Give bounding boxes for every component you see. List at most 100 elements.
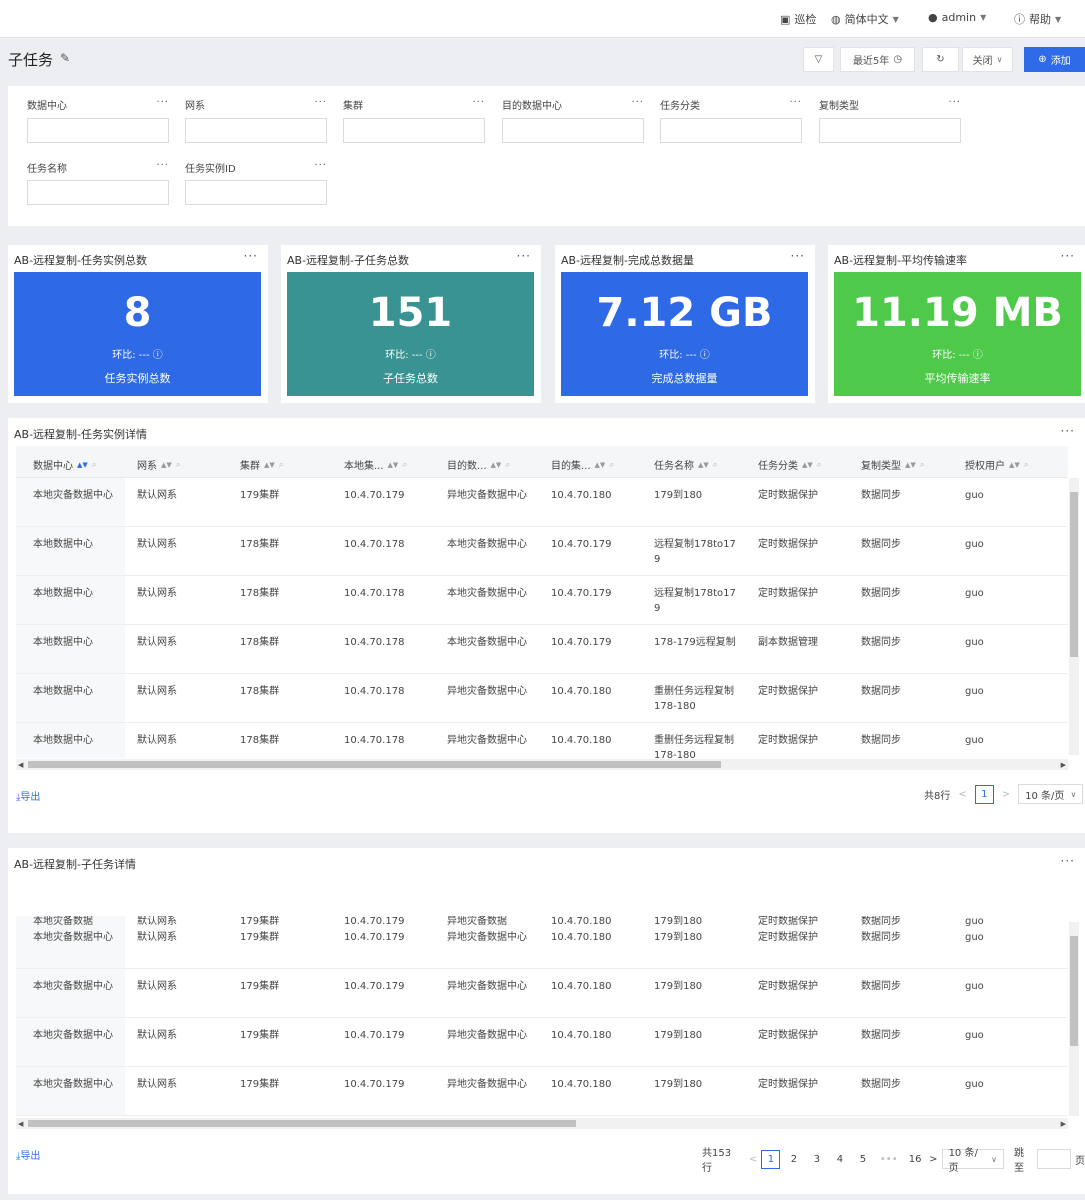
- task-instance-id-input[interactable]: [185, 180, 327, 205]
- network-input[interactable]: [185, 118, 327, 143]
- page-button[interactable]: 16: [905, 1150, 925, 1169]
- more-icon[interactable]: ···: [1061, 854, 1075, 868]
- cluster-input[interactable]: [343, 118, 485, 143]
- scroll-left-icon[interactable]: ◀: [18, 1120, 23, 1128]
- horizontal-scrollbar[interactable]: ◀ ▶: [16, 1118, 1068, 1129]
- sort-icon: ▲▼: [1009, 460, 1020, 469]
- table-cell: 10.4.70.180: [551, 686, 612, 697]
- next-page-icon[interactable]: >: [929, 1154, 937, 1165]
- column-header[interactable]: 任务名称 ▲▼ ⌕: [654, 457, 718, 473]
- scroll-thumb[interactable]: [28, 761, 721, 768]
- refresh-button[interactable]: ↻: [922, 47, 959, 72]
- table-row[interactable]: 本地数据中心 默认网系 178集群 10.4.70.178 本地灾备数据中心 10.4.7…: [16, 576, 1068, 625]
- page-button[interactable]: 2: [784, 1150, 803, 1169]
- inspect-label: 巡检: [794, 13, 817, 26]
- page-button[interactable]: 1: [761, 1149, 781, 1169]
- table-row[interactable]: 本地灾备数据中心 默认网系 179集群 10.4.70.179 异地灾备数据中心 10.4…: [16, 1018, 1068, 1067]
- export-button[interactable]: ⤓导出: [16, 788, 40, 803]
- column-header[interactable]: 复制类型 ▲▼ ⌕: [861, 457, 925, 473]
- task-name-input[interactable]: [27, 180, 169, 205]
- table-row[interactable]: 本地数据中心 默认网系 178集群 10.4.70.178 本地灾备数据中心 10.4.7…: [16, 527, 1068, 576]
- table-row[interactable]: 本地数据中心 默认网系 178集群 10.4.70.178 异地灾备数据中心 10.4.7…: [16, 674, 1068, 723]
- info-icon: ⓘ: [972, 350, 983, 361]
- column-header[interactable]: 集群 ▲▼ ⌕: [240, 457, 284, 473]
- datacenter-input[interactable]: [27, 118, 169, 143]
- table-cell: 默认网系: [137, 1079, 177, 1090]
- export-button[interactable]: ⤓导出: [16, 1147, 40, 1162]
- table-cell: 本地灾备数据中心: [33, 932, 113, 943]
- total-count: 共8行: [924, 790, 951, 802]
- vertical-scrollbar[interactable]: [1069, 478, 1079, 755]
- scroll-right-icon[interactable]: ▶: [1061, 1120, 1066, 1128]
- table-cell: 异地灾备数据中心: [447, 1079, 527, 1090]
- column-header[interactable]: 任务分类 ▲▼ ⌕: [758, 457, 822, 473]
- search-icon: ⌕: [816, 459, 822, 470]
- page-button[interactable]: 3: [807, 1150, 826, 1169]
- scroll-thumb[interactable]: [28, 1120, 576, 1127]
- clock-icon: ◷: [893, 54, 903, 65]
- table-cell: guo: [965, 539, 984, 550]
- scroll-thumb[interactable]: [1070, 492, 1078, 657]
- table-row[interactable]: 本地灾备数据中心 默认网系 179集群 10.4.70.179 异地灾备数据中心 10.4…: [16, 920, 1068, 969]
- page-ellipsis[interactable]: •••: [876, 1150, 901, 1169]
- language-select[interactable]: ◍ 简体中文 ▼: [831, 11, 899, 27]
- task-category-input[interactable]: [660, 118, 802, 143]
- card-subtitle: 平均传输速率: [924, 372, 991, 385]
- add-button[interactable]: ⊕ 添加: [1024, 47, 1085, 72]
- vertical-scrollbar[interactable]: [1069, 922, 1079, 1116]
- scroll-left-icon[interactable]: ◀: [18, 761, 23, 769]
- more-icon[interactable]: ···: [517, 249, 531, 263]
- more-icon[interactable]: ···: [1061, 424, 1075, 438]
- edit-icon[interactable]: ✎: [60, 51, 70, 65]
- table-body: 本地灾备数据中心 默认网系 179集群 10.4.70.179 异地灾备数据中心 10.4…: [16, 478, 1068, 758]
- sort-icon: ▲▼: [264, 460, 275, 469]
- table-row[interactable]: 本地灾备数据中心 默认网系 179集群 10.4.70.179 异地灾备数据中心 10.4…: [16, 1067, 1068, 1116]
- column-header[interactable]: 目的数... ▲▼ ⌕: [447, 457, 510, 473]
- page-button[interactable]: 5: [853, 1150, 872, 1169]
- more-icon[interactable]: ···: [244, 249, 258, 263]
- page-button[interactable]: 4: [830, 1150, 849, 1169]
- filter-label-cluster: 集群 ···: [343, 97, 485, 112]
- table-row[interactable]: 本地灾备数据中心 默认网系 179集群 10.4.70.179 异地灾备数据中心 10.4…: [16, 969, 1068, 1018]
- column-header[interactable]: 目的集... ▲▼ ⌕: [551, 457, 614, 473]
- table-row[interactable]: 本地灾备数据中心 默认网系 179集群 10.4.70.179 异地灾备数据中心 10.4…: [16, 478, 1068, 527]
- column-header[interactable]: 授权用户 ▲▼ ⌕: [965, 457, 1029, 473]
- sort-icon: ▲▼: [698, 460, 709, 469]
- table-cell: 10.4.70.178: [344, 686, 405, 697]
- pagination: 共153行 < 1 2 3 4 5 ••• 16 > 10 条/页 ∨ 跳至 页: [702, 1144, 1085, 1174]
- goto-page-input[interactable]: [1036, 1149, 1072, 1169]
- table-cell: 178集群: [240, 735, 280, 746]
- table-cell: 本地灾备数据中心: [447, 588, 527, 599]
- table-row[interactable]: 本地数据中心 默认网系 178集群 10.4.70.178 本地灾备数据中心 10.4.7…: [16, 625, 1068, 674]
- more-icon[interactable]: ···: [1061, 249, 1075, 263]
- scroll-right-icon[interactable]: ▶: [1061, 761, 1066, 769]
- prev-page-icon[interactable]: <: [958, 789, 966, 800]
- table-row[interactable]: 本地数据中心 默认网系 178集群 10.4.70.178 异地灾备数据中心 10.4.7…: [16, 723, 1068, 758]
- target-datacenter-input[interactable]: [502, 118, 644, 143]
- stat-card-avg-rate: AB-远程复制-平均传输速率 ··· 11.19 MB 环比: --- ⓘ 平均…: [828, 245, 1085, 403]
- next-page-icon[interactable]: >: [1002, 789, 1010, 800]
- table-cell: 10.4.70.179: [551, 588, 612, 599]
- help-menu[interactable]: ⓘ 帮助 ▼: [1014, 11, 1061, 27]
- time-range-button[interactable]: 最近5年 ◷: [840, 47, 915, 72]
- more-icon[interactable]: ···: [791, 249, 805, 263]
- page-size-select[interactable]: 10 条/页 ∨: [941, 1148, 1004, 1174]
- column-header[interactable]: 数据中心 ▲▼ ⌕: [33, 457, 97, 473]
- inspect-link[interactable]: ▣ 巡检: [780, 11, 816, 27]
- user-menu[interactable]: ● admin ▼: [928, 11, 986, 24]
- horizontal-scrollbar[interactable]: ◀ ▶: [16, 759, 1068, 770]
- column-header[interactable]: 网系 ▲▼ ⌕: [137, 457, 181, 473]
- scroll-thumb[interactable]: [1070, 936, 1078, 1046]
- table-cell: 数据同步: [861, 588, 901, 599]
- filter-button[interactable]: ▽: [803, 47, 834, 72]
- table-cell: 默认网系: [137, 539, 177, 550]
- table-cell: guo: [965, 686, 984, 697]
- sort-icon: ▲▼: [802, 460, 813, 469]
- column-header[interactable]: 本地集... ▲▼ ⌕: [344, 457, 407, 473]
- copy-type-input[interactable]: [819, 118, 961, 143]
- page-button[interactable]: 1: [974, 784, 994, 804]
- table-cell: 副本数据管理: [758, 637, 818, 648]
- prev-page-icon[interactable]: <: [749, 1154, 757, 1165]
- page-size-select[interactable]: 10 条/页 ∨: [1018, 784, 1084, 804]
- auto-refresh-select[interactable]: 关闭 ∨: [962, 47, 1013, 72]
